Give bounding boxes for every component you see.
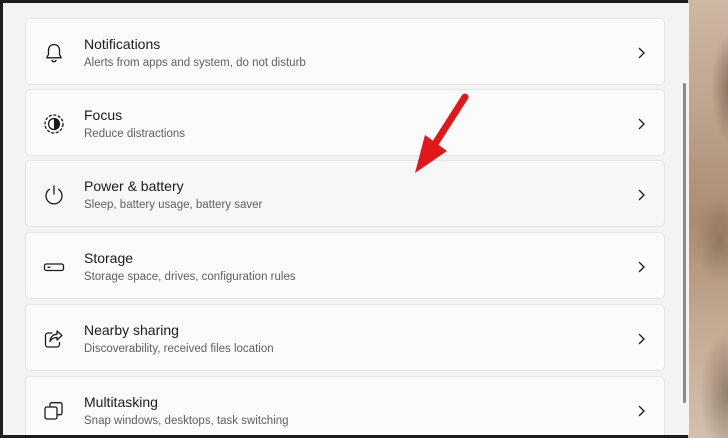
storage-icon [43,263,65,272]
share-icon [44,330,63,348]
settings-item-subtitle: Sleep, battery usage, battery saver [84,199,263,211]
settings-item-multitasking[interactable]: Multitasking Snap windows, desktops, tas… [25,376,665,435]
bell-icon [46,43,62,63]
settings-item-nearby-sharing[interactable]: Nearby sharing Discoverability, received… [25,304,665,371]
settings-item-title: Power & battery [84,178,184,194]
multitasking-icon [44,402,63,420]
settings-item-subtitle: Snap windows, desktops, task switching [84,415,289,427]
settings-item-subtitle: Storage space, drives, configuration rul… [84,271,296,283]
settings-item-subtitle: Reduce distractions [84,128,185,140]
settings-item-subtitle: Alerts from apps and system, do not dist… [84,57,306,69]
settings-item-notifications[interactable]: Notifications Alerts from apps and syste… [25,18,665,85]
settings-item-storage[interactable]: Storage Storage space, drives, configura… [25,232,665,299]
chevron-right-icon [638,261,645,273]
settings-window: Notifications Alerts from apps and syste… [3,3,689,435]
chevron-right-icon [638,333,645,345]
power-icon [45,185,63,205]
focus-icon [44,114,64,134]
chevron-right-icon [638,405,645,417]
settings-item-title: Notifications [84,36,161,52]
chevron-right-icon [638,47,645,59]
chevron-right-icon [638,189,645,201]
desktop-wallpaper [688,0,728,438]
settings-item-power-battery[interactable]: Power & battery Sleep, battery usage, ba… [25,160,665,227]
settings-item-subtitle: Discoverability, received files location [84,343,274,355]
settings-item-title: Storage [84,250,134,266]
settings-item-title: Multitasking [84,394,158,410]
settings-item-title: Nearby sharing [84,322,179,338]
annotation-arrow-icon [415,93,469,173]
settings-item-title: Focus [84,107,123,123]
settings-item-focus[interactable]: Focus Reduce distractions [25,89,665,156]
scrollbar-thumb[interactable] [683,83,686,403]
chevron-right-icon [638,118,645,130]
